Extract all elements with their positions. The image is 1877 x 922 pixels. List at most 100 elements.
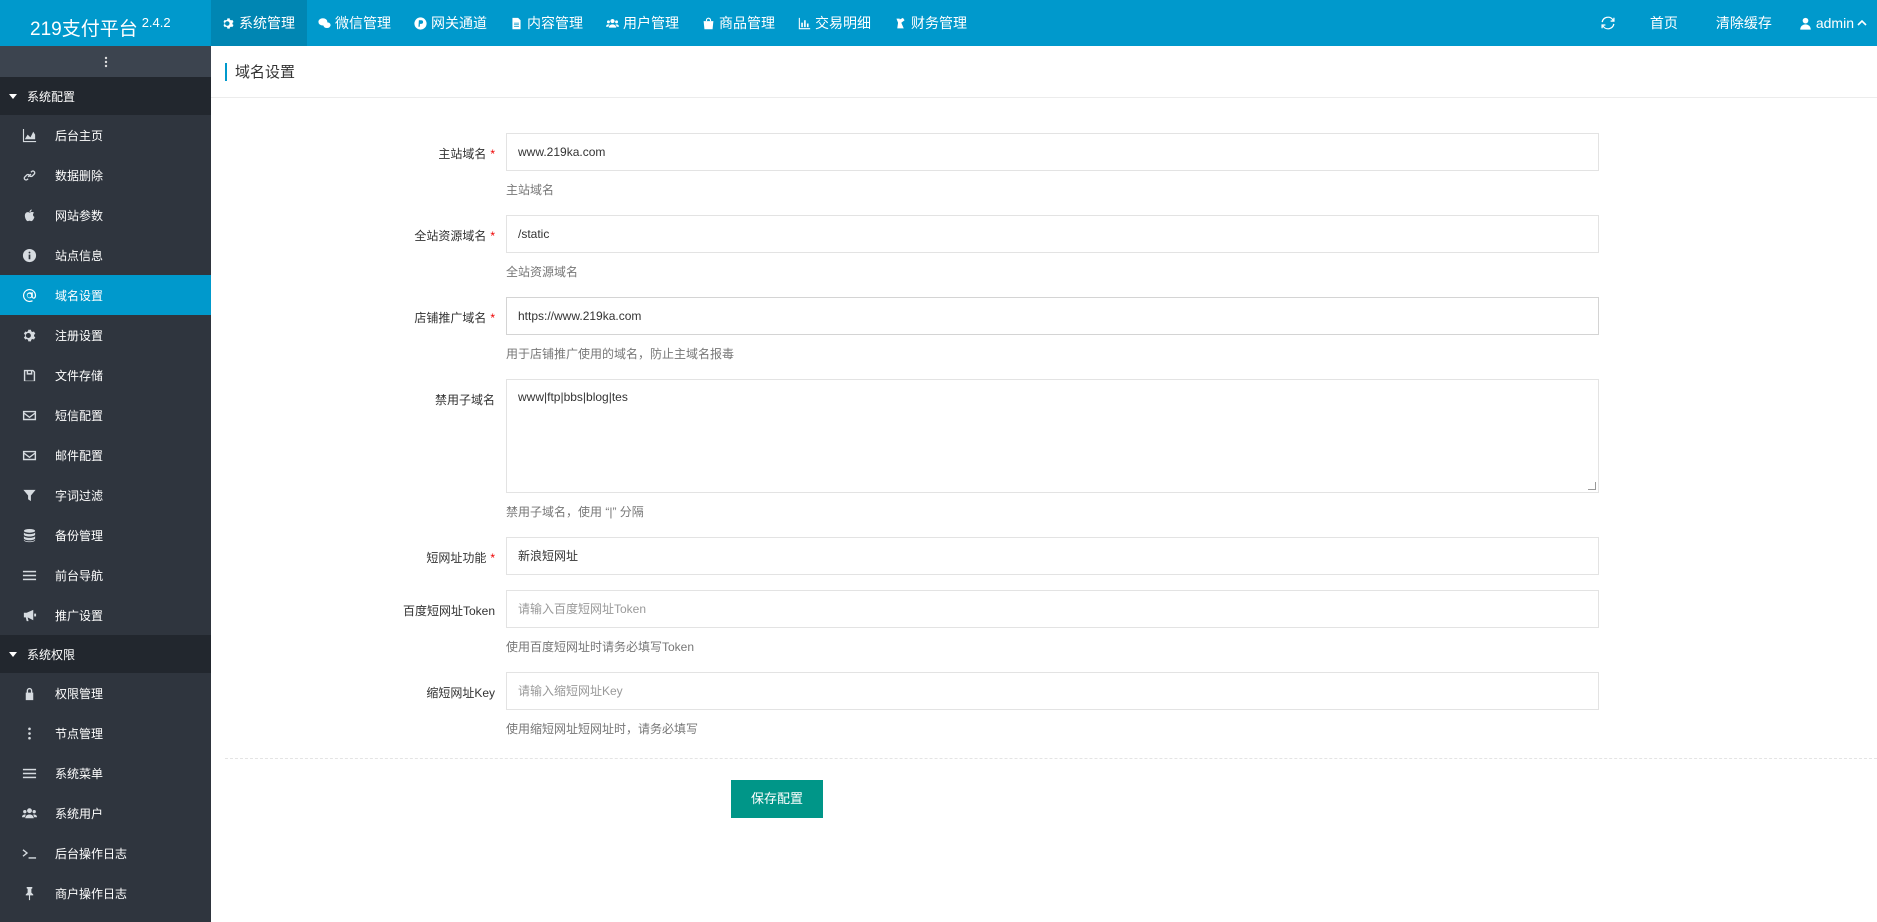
sidebar-item-merchant-logs[interactable]: 商户操作日志	[0, 873, 211, 913]
page-title: 域名设置	[235, 64, 296, 81]
topnav-item-finance[interactable]: 财务管理	[883, 0, 979, 46]
sidebar-item-mail-config[interactable]: 邮件配置	[0, 435, 211, 475]
caret-down-icon	[9, 651, 17, 657]
refresh-icon	[1601, 16, 1615, 30]
sidebar-item-register-settings[interactable]: 注册设置	[0, 315, 211, 355]
file-icon	[512, 17, 521, 29]
sidebar-item-admin-logs[interactable]: 后台操作日志	[0, 833, 211, 873]
baidu-token-help: 使用百度短网址时请务必填写Token	[506, 640, 695, 654]
list-icon	[21, 567, 37, 583]
database-icon	[21, 527, 37, 543]
info-circle-icon	[21, 247, 37, 263]
topnav-item-users[interactable]: 用户管理	[595, 0, 691, 46]
refresh-button[interactable]	[1585, 0, 1631, 46]
sidebar-item-backup[interactable]: 备份管理	[0, 515, 211, 555]
sidebar-item-promotion[interactable]: 推广设置	[0, 595, 211, 635]
sidebar-item-sms-config[interactable]: 短信配置	[0, 395, 211, 435]
sidebar-item-word-filter[interactable]: 字词过滤	[0, 475, 211, 515]
terminal-icon	[21, 845, 37, 861]
brand-name: 219支付平台	[30, 19, 138, 40]
shopping-bag-icon	[703, 17, 714, 29]
floppy-icon	[21, 367, 37, 383]
form-divider	[225, 758, 1877, 759]
sidebar-item-domain-settings[interactable]: 域名设置	[0, 275, 211, 315]
sidebar-group-system-permission[interactable]: 系统权限	[0, 635, 211, 673]
topnav-item-transactions[interactable]: 交易明细	[787, 0, 883, 46]
chain-icon	[21, 167, 37, 183]
suo-key-help: 使用缩短网址短网址时，请务必填写	[506, 722, 699, 736]
sidebar-group-system-config[interactable]: 系统配置	[0, 77, 211, 115]
brand-version: 2.4.2	[141, 15, 171, 30]
short-url-select[interactable]: 新浪短网址	[506, 537, 1599, 575]
topnav-item-gateway[interactable]: 网关通道	[403, 0, 499, 46]
banned-sub-label: 禁用子域名	[434, 393, 495, 407]
gear-icon	[21, 327, 37, 343]
bullhorn-icon	[21, 607, 37, 623]
banned-sub-textarea[interactable]: www|ftp|bbs|blog|tes	[506, 379, 1599, 493]
sidebar-item-system-users[interactable]: 系统用户	[0, 793, 211, 833]
sidebar-item-data-delete[interactable]: 数据删除	[0, 155, 211, 195]
main-content: 域名设置 主站域名 * www.219ka.com 主站域名 全站资源域名 * /s…	[211, 46, 1877, 922]
chevron-up-icon	[1857, 19, 1867, 26]
shop-domain-input[interactable]: https://www.219ka.com	[506, 297, 1599, 335]
shop-domain-help: 用于店铺推广使用的域名，防止主域名报毒	[506, 347, 735, 361]
apple-icon	[21, 207, 37, 223]
topnav-item-system[interactable]: 系统管理	[211, 0, 307, 46]
thumbtack-icon	[21, 885, 37, 901]
bar-chart-icon	[798, 17, 811, 29]
banned-sub-help: 禁用子域名，使用 “|” 分隔	[506, 505, 644, 519]
users-icon	[21, 805, 37, 821]
users-icon	[606, 18, 619, 28]
short-url-label: 短网址功能 *	[426, 551, 495, 565]
user-menu[interactable]: admin	[1791, 0, 1877, 46]
title-accent-bar	[225, 62, 227, 81]
filter-icon	[21, 487, 37, 503]
static-domain-help: 全站资源域名	[506, 265, 579, 279]
main-domain-label: 主站域名 *	[438, 147, 495, 161]
sidebar-item-site-params[interactable]: 网站参数	[0, 195, 211, 235]
gear-icon	[223, 17, 234, 29]
at-icon	[21, 287, 37, 303]
suo-key-input[interactable]: 请输入缩短网址Key	[506, 672, 1599, 710]
envelope-icon	[21, 407, 37, 423]
topnav-item-goods[interactable]: 商品管理	[691, 0, 787, 46]
save-config-button[interactable]: 保存配置	[731, 780, 823, 818]
user-name: admin	[1815, 15, 1854, 31]
lock-icon	[21, 685, 37, 701]
ellipsis-vertical-icon	[104, 56, 107, 67]
static-domain-label: 全站资源域名 *	[414, 229, 495, 243]
shop-domain-label: 店铺推广域名 *	[414, 311, 495, 325]
top-navbar: 219支付平台 2.4.2 系统管理 微信管理 网关通道 内容管理 用户管理 商品…	[0, 0, 1877, 46]
clear-cache-link[interactable]: 清除缓存	[1697, 0, 1791, 46]
baidu-token-input[interactable]: 请输入百度短网址Token	[506, 590, 1599, 628]
sidebar-item-nodes[interactable]: 节点管理	[0, 713, 211, 753]
baidu-token-label: 百度短网址Token	[402, 604, 495, 618]
topnav-item-wechat[interactable]: 微信管理	[307, 0, 403, 46]
brand-logo[interactable]: 219支付平台 2.4.2	[0, 0, 211, 46]
paypal-icon	[414, 16, 427, 30]
suo-key-label: 缩短网址Key	[426, 686, 495, 700]
envelope-icon	[21, 447, 37, 463]
sidebar-item-front-nav[interactable]: 前台导航	[0, 555, 211, 595]
ellipsis-vertical-icon	[21, 725, 37, 741]
home-link[interactable]: 首页	[1631, 0, 1697, 46]
sidebar-item-permissions[interactable]: 权限管理	[0, 673, 211, 713]
wechat-icon	[318, 17, 331, 28]
static-domain-input[interactable]: /static	[506, 215, 1599, 253]
sidebar-item-file-storage[interactable]: 文件存储	[0, 355, 211, 395]
main-domain-input[interactable]: www.219ka.com	[506, 133, 1599, 171]
sidebar-collapse-toggle[interactable]	[0, 46, 211, 77]
user-icon	[1800, 17, 1811, 30]
main-domain-help: 主站域名	[506, 183, 555, 197]
resize-handle-icon[interactable]	[1588, 482, 1596, 490]
caret-down-icon	[9, 93, 17, 99]
list-icon	[21, 765, 37, 781]
page-header: 域名设置	[211, 46, 1877, 98]
sidebar-item-site-info[interactable]: 站点信息	[0, 235, 211, 275]
flask-icon	[896, 17, 905, 28]
top-right-tools: 首页 清除缓存 admin	[1585, 0, 1877, 46]
topnav-item-content[interactable]: 内容管理	[499, 0, 595, 46]
sidebar-item-system-menu[interactable]: 系统菜单	[0, 753, 211, 793]
sidebar-item-dashboard[interactable]: 后台主页	[0, 115, 211, 155]
area-chart-icon	[21, 127, 37, 143]
